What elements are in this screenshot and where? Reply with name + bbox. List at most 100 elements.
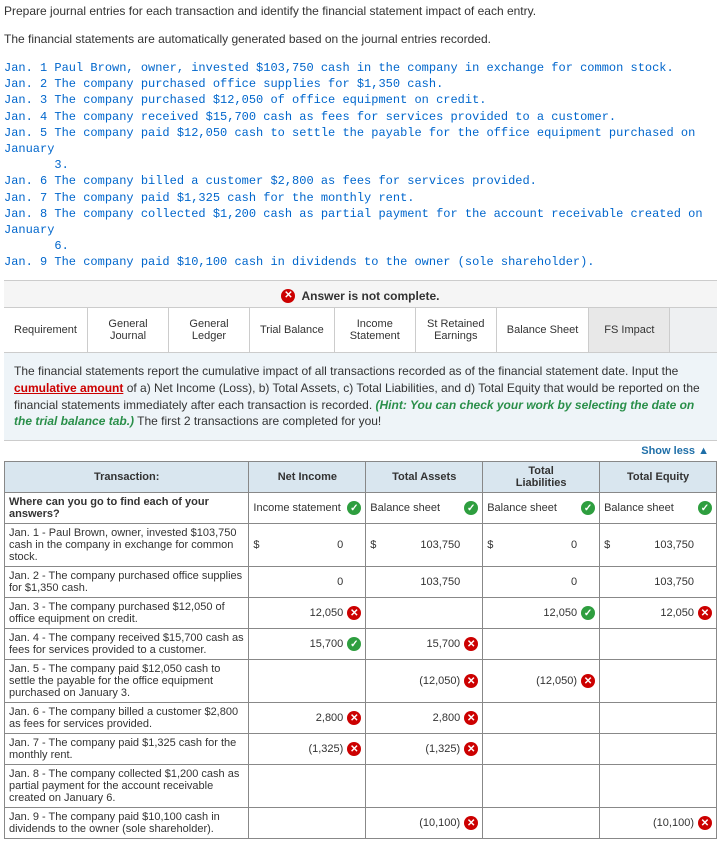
row-label: Jan. 1 - Paul Brown, owner, invested $10…: [5, 524, 249, 567]
x-icon: ✕: [464, 742, 478, 756]
cell-te[interactable]: 12,050✕: [600, 598, 717, 629]
x-icon: ✕: [347, 606, 361, 620]
tab-income-statement[interactable]: Income Statement: [335, 308, 416, 352]
x-icon: ✕: [581, 674, 595, 688]
transaction-list: Jan. 1 Paul Brown, owner, invested $103,…: [4, 60, 717, 270]
row-label: Jan. 6 - The company billed a customer $…: [5, 703, 249, 734]
table-row: Jan. 5 - The company paid $12,050 cash t…: [5, 660, 717, 703]
status-bar: ✕ Answer is not complete.: [4, 280, 717, 307]
table-row: Jan. 9 - The company paid $10,100 cash i…: [5, 808, 717, 839]
cell-tl[interactable]: [483, 808, 600, 839]
fs-impact-table: Transaction: Net Income Total Assets Tot…: [4, 461, 717, 839]
row-label: Jan. 9 - The company paid $10,100 cash i…: [5, 808, 249, 839]
cell-te[interactable]: (10,100)✕: [600, 808, 717, 839]
cell-te[interactable]: [600, 765, 717, 808]
table-row: Jan. 6 - The company billed a customer $…: [5, 703, 717, 734]
x-icon: ✕: [347, 742, 361, 756]
instruction-1: Prepare journal entries for each transac…: [4, 4, 717, 18]
cell-ta[interactable]: $103,750: [366, 524, 483, 567]
tab-trial-balance[interactable]: Trial Balance: [250, 308, 335, 352]
cell-ni-source[interactable]: Income statement✓: [249, 493, 366, 524]
tab-fs-impact[interactable]: FS Impact: [589, 308, 670, 352]
row-label: Jan. 8 - The company collected $1,200 ca…: [5, 765, 249, 808]
check-icon: ✓: [581, 606, 595, 620]
row-label: Jan. 4 - The company received $15,700 ca…: [5, 629, 249, 660]
th-net-income: Net Income: [249, 462, 366, 493]
table-row: Jan. 7 - The company paid $1,325 cash fo…: [5, 734, 717, 765]
cell-tl[interactable]: [483, 629, 600, 660]
cell-tl[interactable]: [483, 765, 600, 808]
cell-ta[interactable]: (1,325)✕: [366, 734, 483, 765]
cell-te-source[interactable]: Balance sheet✓: [600, 493, 717, 524]
cell-ta-source[interactable]: Balance sheet✓: [366, 493, 483, 524]
table-row: Jan. 4 - The company received $15,700 ca…: [5, 629, 717, 660]
cell-ni[interactable]: 15,700✓: [249, 629, 366, 660]
cell-tl[interactable]: 0: [483, 567, 600, 598]
cell-te[interactable]: [600, 660, 717, 703]
th-transaction: Transaction:: [5, 462, 249, 493]
error-icon: ✕: [281, 289, 295, 303]
hint-box: The financial statements report the cumu…: [4, 353, 717, 441]
table-row-answers: Where can you go to find each of your an…: [5, 493, 717, 524]
status-text: Answer is not complete.: [301, 289, 439, 303]
table-row: Jan. 2 - The company purchased office su…: [5, 567, 717, 598]
row-label: Jan. 7 - The company paid $1,325 cash fo…: [5, 734, 249, 765]
x-icon: ✕: [464, 816, 478, 830]
row-label: Jan. 5 - The company paid $12,050 cash t…: [5, 660, 249, 703]
x-icon: ✕: [347, 711, 361, 725]
cell-ta[interactable]: (12,050)✕: [366, 660, 483, 703]
cell-ta[interactable]: [366, 598, 483, 629]
cell-tl[interactable]: [483, 703, 600, 734]
th-total-equity: Total Equity: [600, 462, 717, 493]
check-icon: ✓: [347, 501, 361, 515]
x-icon: ✕: [698, 606, 712, 620]
cell-ni[interactable]: (1,325)✕: [249, 734, 366, 765]
table-row: Jan. 3 - The company purchased $12,050 o…: [5, 598, 717, 629]
cell-ni[interactable]: 2,800✕: [249, 703, 366, 734]
th-total-liabilities: Total Liabilities: [483, 462, 600, 493]
row-label: Jan. 2 - The company purchased office su…: [5, 567, 249, 598]
x-icon: ✕: [464, 637, 478, 651]
answers-label: Where can you go to find each of your an…: [5, 493, 249, 524]
tab-bar: Requirement General Journal General Ledg…: [4, 307, 717, 353]
cell-ni[interactable]: $0: [249, 524, 366, 567]
row-label: Jan. 3 - The company purchased $12,050 o…: [5, 598, 249, 629]
cell-ta[interactable]: 2,800✕: [366, 703, 483, 734]
table-row: Jan. 8 - The company collected $1,200 ca…: [5, 765, 717, 808]
tab-retained-earnings[interactable]: St Retained Earnings: [416, 308, 497, 352]
cell-ta[interactable]: (10,100)✕: [366, 808, 483, 839]
instruction-2: The financial statements are automatical…: [4, 32, 717, 46]
cell-ta[interactable]: 103,750: [366, 567, 483, 598]
x-icon: ✕: [464, 674, 478, 688]
cell-te[interactable]: [600, 629, 717, 660]
x-icon: ✕: [698, 816, 712, 830]
tab-balance-sheet[interactable]: Balance Sheet: [497, 308, 590, 352]
check-icon: ✓: [347, 637, 361, 651]
cell-te[interactable]: $103,750: [600, 524, 717, 567]
cell-ni[interactable]: [249, 808, 366, 839]
cell-ni[interactable]: [249, 660, 366, 703]
chevron-up-icon: ▲: [698, 445, 709, 457]
tab-requirement[interactable]: Requirement: [4, 308, 88, 352]
cell-te[interactable]: [600, 734, 717, 765]
check-icon: ✓: [464, 501, 478, 515]
x-icon: ✕: [464, 711, 478, 725]
check-icon: ✓: [581, 501, 595, 515]
cell-tl[interactable]: 12,050✓: [483, 598, 600, 629]
cell-tl[interactable]: (12,050)✕: [483, 660, 600, 703]
tab-general-journal[interactable]: General Journal: [88, 308, 169, 352]
th-total-assets: Total Assets: [366, 462, 483, 493]
cell-ni[interactable]: [249, 765, 366, 808]
cell-tl[interactable]: [483, 734, 600, 765]
table-row: Jan. 1 - Paul Brown, owner, invested $10…: [5, 524, 717, 567]
tab-general-ledger[interactable]: General Ledger: [169, 308, 250, 352]
cell-te[interactable]: 103,750: [600, 567, 717, 598]
cell-ni[interactable]: 0: [249, 567, 366, 598]
cell-tl[interactable]: $0: [483, 524, 600, 567]
show-less-toggle[interactable]: Show less ▲: [4, 441, 717, 461]
cell-tl-source[interactable]: Balance sheet✓: [483, 493, 600, 524]
cell-ta[interactable]: [366, 765, 483, 808]
cell-ta[interactable]: 15,700✕: [366, 629, 483, 660]
cell-te[interactable]: [600, 703, 717, 734]
cell-ni[interactable]: 12,050✕: [249, 598, 366, 629]
